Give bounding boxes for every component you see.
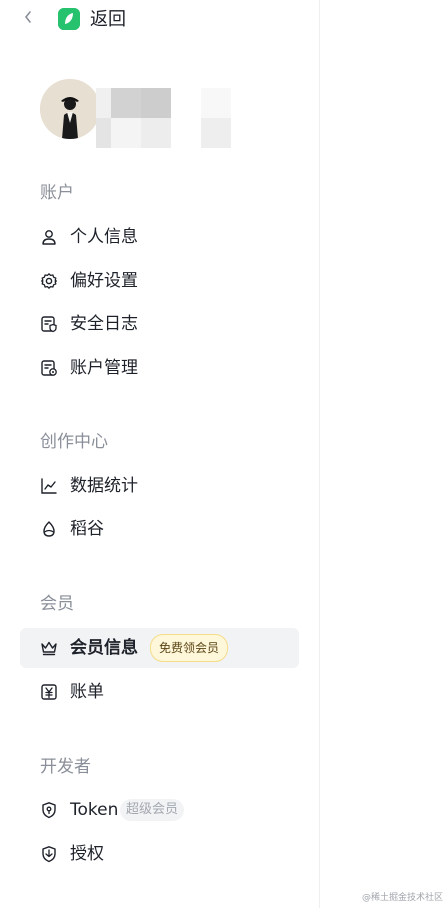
- nav-label: 个人信息: [70, 227, 138, 247]
- token-shield-icon: [40, 801, 58, 819]
- watermark: @稀土掘金技术社区: [361, 893, 443, 903]
- shield-log-icon: [40, 315, 58, 333]
- nav-label: 偏好设置: [70, 271, 138, 291]
- nav-item-bill[interactable]: 账单: [20, 672, 299, 712]
- section-title-account: 账户: [40, 183, 74, 203]
- nav-label: 会员信息: [70, 638, 138, 658]
- crown-icon: [40, 639, 58, 657]
- nav-label: 数据统计: [70, 476, 138, 496]
- grain-icon: [40, 520, 58, 538]
- nav-item-account-management[interactable]: 账户管理: [20, 348, 299, 388]
- authorize-icon: [40, 845, 58, 863]
- back-row[interactable]: 返回: [0, 0, 319, 40]
- nav-label: 授权: [70, 844, 104, 864]
- nav-item-security-log[interactable]: 安全日志: [20, 304, 299, 344]
- bill-icon: [40, 683, 58, 701]
- nav-label: Token: [70, 800, 119, 820]
- juejin-logo-icon: [58, 8, 80, 30]
- nav-label: 账户管理: [70, 358, 138, 378]
- main-content-area: [320, 0, 447, 908]
- gear-icon: [40, 272, 58, 290]
- masked-username: [96, 88, 232, 148]
- line-chart-icon: [40, 477, 58, 495]
- settings-sidebar: 返回 账户 个人信息 偏好设置 安全日志 账户管理 创作中心 数据统计 稻谷 会…: [0, 0, 319, 908]
- user-icon: [40, 228, 58, 246]
- super-member-badge: 超级会员: [120, 799, 185, 821]
- account-manage-icon: [40, 359, 58, 377]
- nav-item-data-stats[interactable]: 数据统计: [20, 466, 299, 506]
- nav-label: 安全日志: [70, 314, 138, 334]
- chevron-left-icon[interactable]: [20, 9, 36, 29]
- section-title-membership: 会员: [40, 594, 74, 614]
- avatar[interactable]: [40, 79, 100, 139]
- free-membership-badge[interactable]: 免费领会员: [150, 634, 229, 662]
- nav-label: 账单: [70, 682, 104, 702]
- settings-page: 返回 账户 个人信息 偏好设置 安全日志 账户管理 创作中心 数据统计 稻谷 会…: [0, 0, 447, 908]
- section-title-developer: 开发者: [40, 757, 91, 777]
- nav-label: 稻谷: [70, 519, 104, 539]
- back-label[interactable]: 返回: [90, 8, 126, 32]
- nav-item-preferences[interactable]: 偏好设置: [20, 261, 299, 301]
- nav-item-member-info[interactable]: 会员信息 免费领会员: [20, 628, 299, 668]
- nav-item-grain[interactable]: 稻谷: [20, 509, 299, 549]
- nav-item-authorize[interactable]: 授权: [20, 834, 299, 874]
- section-title-creation: 创作中心: [40, 432, 108, 452]
- nav-item-token[interactable]: Token 超级会员: [20, 790, 299, 830]
- nav-item-personal-info[interactable]: 个人信息: [20, 217, 299, 257]
